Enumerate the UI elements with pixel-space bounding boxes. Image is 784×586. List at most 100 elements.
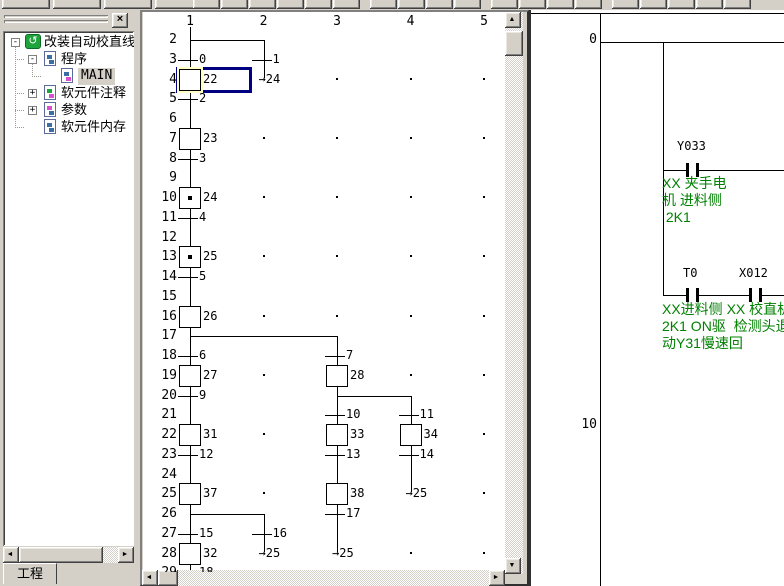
sfc-transition[interactable] — [178, 60, 198, 61]
toolbar-button-cf9[interactable]: cF9 — [426, 0, 453, 9]
sfc-transition[interactable] — [178, 455, 198, 456]
toolbar-button-af5[interactable]: aF5 — [612, 0, 639, 9]
sfc-transition[interactable] — [178, 277, 198, 278]
sfc-step[interactable] — [326, 424, 348, 446]
scroll-left-button[interactable]: ◄ — [142, 570, 158, 586]
sfc-step[interactable] — [179, 187, 201, 209]
sfc-transition[interactable] — [178, 218, 198, 219]
sfc-step[interactable] — [179, 128, 201, 150]
sfc-vertical-scrollbar[interactable]: ▲▼ — [505, 12, 523, 574]
toolbar-button-caf10[interactable]: caF10 — [668, 0, 695, 9]
sfc-row-number: 26 — [149, 506, 177, 521]
toolbar-button-sf8[interactable]: sF8 — [519, 0, 546, 9]
sfc-step[interactable] — [326, 483, 348, 505]
scroll-left-button[interactable]: ◄ — [3, 547, 19, 563]
toolbar-button-f8[interactable]: F8 — [333, 0, 360, 9]
sfc-row-number: 20 — [149, 388, 177, 403]
toolbar-button[interactable] — [53, 0, 101, 9]
tree-expander[interactable]: + — [28, 106, 37, 115]
toolbar-button-f5[interactable]: F5 — [193, 0, 220, 9]
sfc-step[interactable] — [326, 365, 348, 387]
toolbar-button-af9[interactable]: aF9 — [724, 0, 751, 9]
toolbar-button-sf6[interactable]: sF6 — [277, 0, 304, 9]
sfc-transition[interactable] — [325, 514, 345, 515]
tree-expander[interactable]: + — [28, 89, 37, 98]
sfc-step[interactable] — [179, 306, 201, 328]
scroll-down-button[interactable]: ▼ — [505, 558, 521, 574]
sfc-step[interactable] — [179, 483, 201, 505]
panel-grip[interactable] — [4, 15, 108, 18]
project-tab[interactable]: 工程 — [3, 563, 57, 584]
toolbar-button-caf5[interactable]: caF5 — [640, 0, 667, 9]
sfc-grid-dot — [410, 552, 412, 554]
close-button[interactable]: × — [112, 13, 128, 28]
scroll-right-button[interactable]: ► — [489, 570, 505, 586]
toolbar-button-cf10[interactable]: cF10 — [454, 0, 481, 9]
sfc-transition[interactable] — [178, 356, 198, 357]
tree-horizontal-scrollbar[interactable]: ◄► — [3, 547, 134, 563]
tree-expander[interactable]: - — [11, 38, 20, 47]
contact-symbol[interactable] — [749, 288, 752, 302]
sfc-jump[interactable]: →25 — [259, 546, 281, 560]
panel-grip[interactable] — [4, 20, 108, 23]
sfc-transition[interactable] — [325, 455, 345, 456]
scroll-thumb[interactable] — [19, 547, 103, 563]
sfc-step[interactable] — [179, 543, 201, 565]
sfc-transition[interactable] — [178, 534, 198, 535]
contact-symbol[interactable] — [759, 288, 762, 302]
toolbar-button-f9[interactable]: F9 — [370, 0, 397, 9]
sfc-transition[interactable] — [399, 415, 419, 416]
sfc-jump[interactable]: →25 — [332, 546, 354, 560]
toolbar-button-sf9[interactable]: sF9 — [398, 0, 425, 9]
sfc-step[interactable] — [179, 246, 201, 268]
sfc-horizontal-scrollbar[interactable]: ◄► — [142, 570, 505, 586]
sfc-transition[interactable] — [252, 534, 272, 535]
sfc-transition[interactable] — [178, 396, 198, 397]
sfc-step[interactable] — [179, 365, 201, 387]
toolbar-button-af7[interactable]: aF7 — [547, 0, 574, 9]
scroll-thumb[interactable] — [158, 570, 178, 586]
sfc-column-header: 2 — [256, 14, 272, 29]
scroll-left-icon: ◄ — [3, 548, 17, 562]
contact-symbol[interactable] — [686, 288, 689, 302]
tree-expander[interactable]: - — [28, 55, 37, 64]
sfc-transition[interactable] — [178, 159, 198, 160]
tree-item-label[interactable]: 软元件注释 — [61, 85, 126, 102]
tree-item-label[interactable]: 改装自动校直线 — [44, 34, 134, 51]
sfc-grid-dot — [336, 315, 338, 317]
toolbar-button[interactable] — [104, 0, 152, 9]
toolbar-button-f6[interactable]: F6 — [249, 0, 276, 9]
doc-shape — [44, 102, 56, 117]
sfc-grid-dot — [483, 492, 485, 494]
toolbar-button[interactable] — [2, 0, 50, 9]
sfc-transition[interactable] — [325, 415, 345, 416]
toolbar-button-af8[interactable]: aF8 — [575, 0, 602, 9]
sfc-step[interactable] — [400, 424, 422, 446]
contact-symbol[interactable] — [696, 288, 699, 302]
toolbar-button-f10[interactable]: F10 — [696, 0, 723, 9]
scroll-up-button[interactable]: ▲ — [505, 12, 521, 28]
toolbar-button-sf7[interactable]: sF7 — [491, 0, 518, 9]
sfc-row-number: 23 — [149, 447, 177, 462]
sfc-step[interactable] — [179, 69, 201, 91]
sfc-column-header: 4 — [403, 14, 419, 29]
toolbar-button-f7[interactable]: F7 — [305, 0, 332, 9]
tree-item-label[interactable]: 参数 — [61, 102, 87, 119]
sfc-transition[interactable] — [178, 99, 198, 100]
sfc-transition[interactable] — [252, 60, 272, 61]
sfc-jump[interactable]: →24 — [259, 72, 281, 86]
toolbar-button-sf5[interactable]: sF5 — [221, 0, 248, 9]
sfc-transition[interactable] — [399, 455, 419, 456]
sfc-row-number: 27 — [149, 526, 177, 541]
parameter-icon — [42, 102, 58, 117]
scroll-thumb[interactable] — [505, 31, 523, 56]
sfc-jump[interactable]: →25 — [406, 486, 428, 500]
sfc-step[interactable] — [179, 424, 201, 446]
tree-item-label[interactable]: 程序 — [61, 51, 87, 68]
ladder-line — [663, 170, 784, 171]
scroll-right-button[interactable]: ► — [118, 547, 134, 563]
tree-item-label[interactable]: MAIN — [78, 68, 115, 85]
sfc-transition[interactable] — [325, 356, 345, 357]
sfc-column-header: 3 — [329, 14, 345, 29]
tree-item-label[interactable]: 软元件内存 — [61, 119, 126, 136]
